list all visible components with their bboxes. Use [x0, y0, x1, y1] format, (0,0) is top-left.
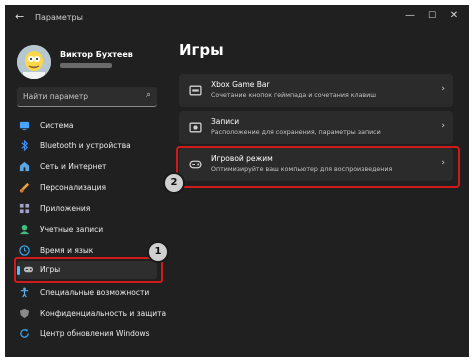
highlight-gaming	[14, 257, 163, 283]
window-title: Параметры	[35, 13, 83, 22]
user-name: Виктор Бухтеев	[60, 50, 133, 59]
bluetooth-icon	[21, 140, 29, 151]
account-icon	[19, 224, 30, 235]
step-badge-1: 1	[147, 241, 169, 263]
card-title: Xbox Game Bar	[211, 80, 270, 89]
maximize-button[interactable]: ☐	[425, 11, 439, 21]
chevron-right-icon: ›	[441, 84, 445, 94]
sidebar-item-label: Центр обновления Windows	[40, 329, 150, 338]
minimize-button[interactable]: —	[403, 10, 417, 21]
brush-icon	[19, 182, 30, 193]
shield-icon	[19, 308, 30, 319]
search-icon: ⌕	[145, 90, 151, 100]
capture-icon	[189, 122, 202, 133]
sidebar-item-label: Конфиденциальность и защита	[40, 309, 167, 318]
settings-window: ← Параметры — ☐ ✕ Виктор Бухтеев Найти п…	[5, 5, 469, 357]
sidebar-item-personalization[interactable]: Персонализация	[17, 179, 157, 197]
close-button[interactable]: ✕	[447, 10, 461, 21]
sidebar-item-label: Время и язык	[40, 246, 94, 255]
sidebar-item-label: Система	[40, 121, 74, 130]
game-bar-icon	[189, 85, 202, 96]
sidebar-item-label: Специальные возможности	[40, 288, 150, 297]
sidebar-item-label: Персонализация	[40, 183, 106, 192]
system-icon	[19, 121, 30, 131]
card-title: Записи	[211, 117, 240, 126]
sidebar-item-accounts[interactable]: Учетные записи	[17, 221, 157, 239]
time-language-icon	[19, 245, 30, 256]
sidebar-item-windows-update[interactable]: Центр обновления Windows	[17, 325, 157, 343]
sidebar-item-label: Приложения	[40, 204, 91, 213]
sidebar-item-bluetooth[interactable]: Bluetooth и устройства	[17, 137, 157, 155]
sidebar-item-label: Bluetooth и устройства	[40, 141, 131, 150]
sidebar-item-accessibility[interactable]: Специальные возможности	[17, 284, 157, 302]
chevron-right-icon: ›	[441, 121, 445, 131]
card-subtitle: Расположение для сохранения, параметры з…	[211, 129, 381, 136]
sidebar-item-label: Сеть и Интернет	[40, 162, 107, 171]
card-captures[interactable]: Записи Расположение для сохранения, пара…	[179, 111, 453, 144]
avatar[interactable]	[17, 45, 51, 79]
search-input[interactable]: Найти параметр ⌕	[17, 87, 157, 107]
sidebar-item-system[interactable]: Система	[17, 117, 157, 135]
card-xbox-game-bar[interactable]: Xbox Game Bar Сочетание кнопок геймпада …	[179, 74, 453, 107]
sidebar-item-apps[interactable]: Приложения	[17, 200, 157, 218]
back-arrow-icon[interactable]: ←	[15, 10, 24, 23]
user-email-redacted	[60, 63, 112, 68]
sidebar-item-network[interactable]: Сеть и Интернет	[17, 158, 157, 176]
update-icon	[20, 328, 29, 338]
network-icon	[19, 161, 30, 172]
title-bar: ← Параметры — ☐ ✕	[5, 5, 469, 31]
avatar-cartoon-icon	[17, 45, 51, 79]
accessibility-icon	[20, 287, 29, 298]
page-title: Игры	[179, 41, 224, 59]
highlight-game-mode	[176, 146, 460, 188]
apps-icon	[19, 203, 30, 214]
step-badge-2: 2	[163, 172, 185, 194]
sidebar-item-label: Учетные записи	[40, 225, 104, 234]
card-subtitle: Сочетание кнопок геймпада и сочетания кл…	[211, 92, 376, 99]
sidebar-item-privacy[interactable]: Конфиденциальность и защита	[17, 305, 166, 323]
search-placeholder: Найти параметр	[23, 92, 88, 101]
